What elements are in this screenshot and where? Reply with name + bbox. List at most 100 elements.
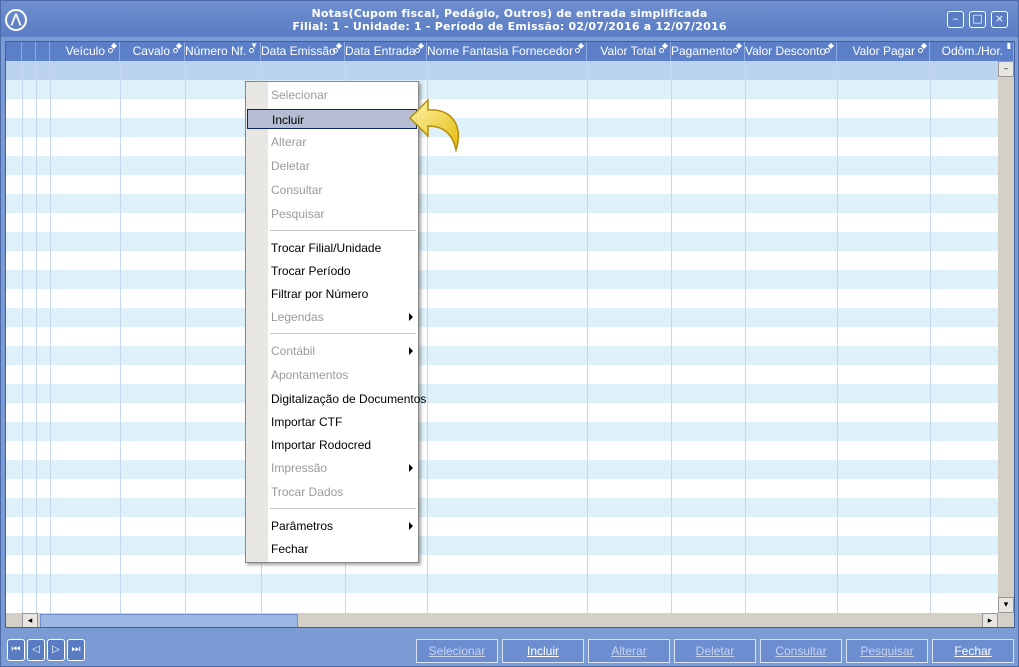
alterar-button[interactable]: Alterar <box>588 639 670 663</box>
table-row[interactable] <box>6 384 998 403</box>
menu-item-contabil[interactable]: Contábil <box>247 341 417 361</box>
scroll-right-button[interactable]: ▸ <box>982 613 998 627</box>
consultar-button[interactable]: Consultar <box>760 639 842 663</box>
data-grid[interactable]: Veículo ◆ Cavalo ◆ Número Nf. ▼ Data Emissã… <box>5 41 1015 628</box>
scroll-up-button[interactable]: – <box>998 61 1014 77</box>
column-header-odometro[interactable]: Odôm./Hor. ▮ <box>930 42 1014 61</box>
column-label: Valor Pagar <box>852 44 915 58</box>
last-record-button[interactable]: ⏭ <box>67 639 85 661</box>
sort-icon[interactable]: ▼ <box>250 42 258 50</box>
menu-item-parametros[interactable]: Parâmetros <box>247 516 417 536</box>
first-record-button[interactable]: ⏮ <box>7 639 25 661</box>
column-header-valor-total[interactable]: Valor Total ◆ <box>587 42 671 61</box>
table-row[interactable] <box>6 137 998 156</box>
column-header-valor-pagar[interactable]: Valor Pagar ◆ <box>837 42 930 61</box>
table-row[interactable] <box>6 593 998 612</box>
sort-icon[interactable]: ◆ <box>176 42 182 50</box>
next-record-button[interactable]: ▷ <box>47 639 65 661</box>
column-header-data-entrada[interactable]: Data Entrada ◆ <box>345 42 427 61</box>
column-label: Cavalo <box>132 44 170 58</box>
column-header-cavalo[interactable]: Cavalo ◆ <box>120 42 185 61</box>
column-header-numero-nf[interactable]: Número Nf. ▼ <box>185 42 261 61</box>
table-row[interactable] <box>6 403 998 422</box>
sort-icon[interactable]: ◆ <box>921 42 927 50</box>
table-row[interactable] <box>6 346 998 365</box>
menu-item-importar-ctf[interactable]: Importar CTF <box>247 412 417 432</box>
table-row[interactable] <box>6 536 998 555</box>
menu-item-digitalizacao-de-documentos[interactable]: Digitalização de Documentos <box>247 389 426 409</box>
table-row[interactable] <box>6 441 998 460</box>
table-row[interactable] <box>6 365 998 384</box>
previous-record-button[interactable]: ◁ <box>27 639 45 661</box>
menu-item-impressao[interactable]: Impressão <box>247 458 417 478</box>
vertical-scrollbar[interactable]: – ▾ <box>998 61 1014 613</box>
table-row[interactable] <box>6 270 998 289</box>
menu-item-apontamentos[interactable]: Apontamentos <box>247 365 417 385</box>
table-row[interactable] <box>6 422 998 441</box>
scroll-down-button[interactable]: ▾ <box>998 597 1014 613</box>
scroll-left-button[interactable]: ◂ <box>22 613 38 627</box>
sort-icon[interactable]: ◆ <box>578 42 584 50</box>
deletar-button[interactable]: Deletar <box>674 639 756 663</box>
menu-item-selecionar[interactable]: Selecionar <box>247 85 417 105</box>
table-row[interactable] <box>6 175 998 194</box>
column-header-pagamento[interactable]: Pagamento ◆ <box>671 42 745 61</box>
grid-rows[interactable] <box>6 61 998 613</box>
menu-item-label: Digitalização de Documentos <box>271 392 427 406</box>
minimize-button[interactable]: – <box>947 11 964 28</box>
menu-item-fechar[interactable]: Fechar <box>247 539 417 559</box>
sort-icon[interactable]: ◆ <box>418 42 424 50</box>
sort-icon[interactable]: ◆ <box>736 42 742 50</box>
table-row[interactable] <box>6 498 998 517</box>
menu-item-pesquisar[interactable]: Pesquisar <box>247 204 417 224</box>
menu-item-importar-rodocred[interactable]: Importar Rodocred <box>247 435 417 455</box>
context-menu[interactable]: Selecionar Incluir Alterar Deletar Consultar… <box>245 81 426 563</box>
column-header-veiculo[interactable]: Veículo ◆ <box>50 42 120 61</box>
menu-item-label: Selecionar <box>271 88 328 102</box>
incluir-button[interactable]: Incluir <box>502 639 584 663</box>
table-row[interactable] <box>6 289 998 308</box>
table-row[interactable] <box>6 194 998 213</box>
table-row[interactable] <box>6 213 998 232</box>
table-row[interactable] <box>6 232 998 251</box>
column-header-data-emissao[interactable]: Data Emissão ◆ <box>261 42 345 61</box>
sort-icon[interactable]: ◆ <box>336 42 342 50</box>
table-row[interactable] <box>6 118 998 137</box>
menu-item-trocar-filial-unidade[interactable]: Trocar Filial/Unidade <box>247 238 417 258</box>
column-header-valor-desconto[interactable]: Valor Desconto ◆ <box>745 42 837 61</box>
menu-item-label: Alterar <box>271 135 307 149</box>
menu-item-legendas[interactable]: Legendas <box>247 307 417 327</box>
menu-item-filtrar-por-numero[interactable]: Filtrar por Número <box>247 284 417 304</box>
menu-item-incluir[interactable]: Incluir <box>247 109 417 129</box>
table-row[interactable] <box>6 555 998 574</box>
title-bar[interactable]: ⋀ Notas(Cupom fiscal, Pedágio, Outros) d… <box>1 1 1018 37</box>
table-row[interactable] <box>6 517 998 536</box>
table-row[interactable] <box>6 61 998 80</box>
table-row[interactable] <box>6 460 998 479</box>
sort-icon[interactable]: ◆ <box>828 42 834 50</box>
pesquisar-button[interactable]: Pesquisar <box>846 639 928 663</box>
table-row[interactable] <box>6 156 998 175</box>
table-row[interactable] <box>6 574 998 593</box>
sort-icon[interactable]: ◆ <box>111 42 117 50</box>
menu-item-alterar[interactable]: Alterar <box>247 132 417 152</box>
table-row[interactable] <box>6 99 998 118</box>
scroll-thumb[interactable] <box>40 614 298 627</box>
table-row[interactable] <box>6 308 998 327</box>
menu-item-deletar[interactable]: Deletar <box>247 156 417 176</box>
column-header-nome-fantasia[interactable]: Nome Fantasia Fornecedor ◆ <box>427 42 587 61</box>
menu-item-trocar-periodo[interactable]: Trocar Período <box>247 261 417 281</box>
fechar-button[interactable]: Fechar <box>932 639 1014 663</box>
close-button[interactable]: × <box>991 11 1008 28</box>
delete-icon[interactable]: ▮ <box>1007 42 1011 50</box>
maximize-button[interactable]: □ <box>969 11 986 28</box>
table-row[interactable] <box>6 479 998 498</box>
selecionar-button[interactable]: Selecionar <box>416 639 498 663</box>
table-row[interactable] <box>6 80 998 99</box>
table-row[interactable] <box>6 251 998 270</box>
menu-item-consultar[interactable]: Consultar <box>247 180 417 200</box>
table-row[interactable] <box>6 327 998 346</box>
menu-item-trocar-dados[interactable]: Trocar Dados <box>247 482 417 502</box>
sort-icon[interactable]: ◆ <box>662 42 668 50</box>
horizontal-scrollbar[interactable]: ◂ ▸ <box>22 613 998 627</box>
